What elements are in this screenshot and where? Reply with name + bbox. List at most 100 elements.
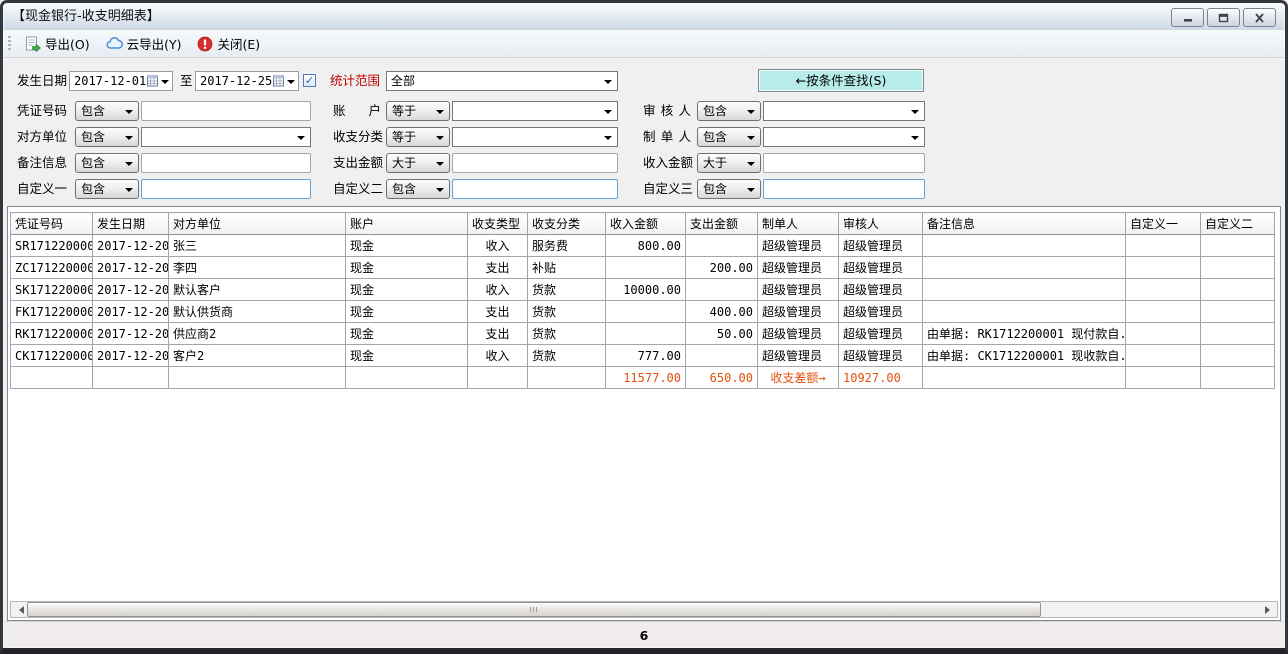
filter-account-operator-select[interactable]: 等于	[386, 101, 450, 121]
cell-maker[interactable]: 超级管理员	[758, 345, 839, 367]
cell-account[interactable]: 现金	[346, 345, 468, 367]
filter-category-operator-select[interactable]: 等于	[386, 127, 450, 147]
cell-type[interactable]: 支出	[468, 257, 528, 279]
filter-voucher-no-operator-select[interactable]: 包含	[75, 101, 139, 121]
filter-income-amount-input[interactable]	[763, 153, 925, 173]
cell-party[interactable]: 供应商2	[169, 323, 346, 345]
cell-income[interactable]: 777.00	[606, 345, 686, 367]
filter-income-amount-operator-select[interactable]: 大于	[697, 153, 761, 173]
minimize-button[interactable]	[1171, 8, 1204, 27]
filter-party-select[interactable]	[141, 127, 311, 147]
scope-select[interactable]: 全部	[386, 71, 618, 91]
filter-category-select[interactable]	[452, 127, 618, 147]
cell-maker[interactable]: 超级管理员	[758, 279, 839, 301]
cell-checker[interactable]: 超级管理员	[839, 257, 923, 279]
column-header-maker[interactable]: 制单人	[758, 213, 839, 235]
cell-expense[interactable]	[686, 279, 758, 301]
filter-custom3-operator-select[interactable]: 包含	[697, 179, 761, 199]
table-row[interactable]: CK17122000012017-12-20客户2现金收入货款777.00超级管…	[11, 345, 1275, 367]
cell-category[interactable]: 货款	[528, 301, 606, 323]
calendar-icon[interactable]	[147, 75, 158, 87]
cell-date[interactable]: 2017-12-20	[93, 279, 169, 301]
column-header-account[interactable]: 账户	[346, 213, 468, 235]
cell-type[interactable]: 支出	[468, 301, 528, 323]
cell-checker[interactable]: 超级管理员	[839, 301, 923, 323]
cell-category[interactable]: 补贴	[528, 257, 606, 279]
cell-maker[interactable]: 超级管理员	[758, 301, 839, 323]
cell-maker[interactable]: 超级管理员	[758, 257, 839, 279]
cell-party[interactable]: 客户2	[169, 345, 346, 367]
cell-income[interactable]: 800.00	[606, 235, 686, 257]
cell-memo[interactable]	[923, 257, 1126, 279]
column-header-custom2[interactable]: 自定义二	[1201, 213, 1275, 235]
filter-custom2-input[interactable]	[452, 179, 618, 199]
table-row[interactable]: ZC17122000012017-12-20李四现金支出补贴200.00超级管理…	[11, 257, 1275, 279]
cell-custom1[interactable]	[1126, 301, 1201, 323]
close-report-button[interactable]: 关闭(E)	[189, 32, 268, 55]
cell-checker[interactable]: 超级管理员	[839, 323, 923, 345]
cell-custom1[interactable]	[1126, 345, 1201, 367]
table-row[interactable]: SR17122000012017-12-20张三现金收入服务费800.00超级管…	[11, 235, 1275, 257]
cell-memo[interactable]	[923, 301, 1126, 323]
cell-maker[interactable]: 超级管理员	[758, 323, 839, 345]
cell-account[interactable]: 现金	[346, 323, 468, 345]
cell-custom2[interactable]	[1201, 235, 1275, 257]
cell-account[interactable]: 现金	[346, 235, 468, 257]
toolbar-grip-icon[interactable]	[8, 36, 11, 51]
scroll-right-button[interactable]	[1261, 602, 1277, 617]
cell-custom2[interactable]	[1201, 301, 1275, 323]
cell-category[interactable]: 货款	[528, 323, 606, 345]
cell-expense[interactable]	[686, 235, 758, 257]
cell-memo[interactable]	[923, 279, 1126, 301]
cell-income[interactable]	[606, 301, 686, 323]
cell-checker[interactable]: 超级管理员	[839, 235, 923, 257]
cell-custom2[interactable]	[1201, 279, 1275, 301]
cell-party[interactable]: 默认客户	[169, 279, 346, 301]
cell-date[interactable]: 2017-12-20	[93, 257, 169, 279]
cell-account[interactable]: 现金	[346, 279, 468, 301]
cell-date[interactable]: 2017-12-20	[93, 301, 169, 323]
cell-category[interactable]: 服务费	[528, 235, 606, 257]
cell-expense[interactable]: 200.00	[686, 257, 758, 279]
cell-account[interactable]: 现金	[346, 257, 468, 279]
cell-date[interactable]: 2017-12-20	[93, 323, 169, 345]
cell-party[interactable]: 默认供货商	[169, 301, 346, 323]
filter-checker-select[interactable]	[763, 101, 925, 121]
cell-voucher[interactable]: CK1712200001	[11, 345, 93, 367]
cell-voucher[interactable]: RK1712200001	[11, 323, 93, 345]
export-button[interactable]: 导出(O)	[17, 32, 98, 55]
cell-memo[interactable]	[923, 235, 1126, 257]
filter-account-select[interactable]	[452, 101, 618, 121]
cell-category[interactable]: 货款	[528, 345, 606, 367]
column-header-custom1[interactable]: 自定义一	[1126, 213, 1201, 235]
cell-memo[interactable]: 由单据: CK1712200001 现收款自...	[923, 345, 1126, 367]
cell-custom1[interactable]	[1126, 257, 1201, 279]
filter-maker-select[interactable]	[763, 127, 925, 147]
filter-custom2-operator-select[interactable]: 包含	[386, 179, 450, 199]
cell-custom2[interactable]	[1201, 323, 1275, 345]
cell-date[interactable]: 2017-12-20	[93, 235, 169, 257]
cell-party[interactable]: 张三	[169, 235, 346, 257]
filter-voucher-no-input[interactable]	[141, 101, 311, 121]
scroll-left-button[interactable]	[11, 602, 27, 617]
close-button[interactable]	[1243, 8, 1276, 27]
column-header-income[interactable]: 收入金额	[606, 213, 686, 235]
date-to-input[interactable]: 2017-12-25	[195, 71, 299, 91]
filter-custom1-operator-select[interactable]: 包含	[75, 179, 139, 199]
column-header-voucher[interactable]: 凭证号码	[11, 213, 93, 235]
column-header-memo[interactable]: 备注信息	[923, 213, 1126, 235]
column-header-checker[interactable]: 审核人	[839, 213, 923, 235]
cell-type[interactable]: 收入	[468, 345, 528, 367]
filter-maker-operator-select[interactable]: 包含	[697, 127, 761, 147]
filter-custom1-input[interactable]	[141, 179, 311, 199]
cell-voucher[interactable]: ZC1712200001	[11, 257, 93, 279]
cell-custom2[interactable]	[1201, 257, 1275, 279]
cell-checker[interactable]: 超级管理员	[839, 345, 923, 367]
cell-party[interactable]: 李四	[169, 257, 346, 279]
table-row[interactable]: FK17122000012017-12-20默认供货商现金支出货款400.00超…	[11, 301, 1275, 323]
column-header-type[interactable]: 收支类型	[468, 213, 528, 235]
cell-custom2[interactable]	[1201, 345, 1275, 367]
cell-expense[interactable]: 50.00	[686, 323, 758, 345]
cell-income[interactable]	[606, 323, 686, 345]
filter-custom3-input[interactable]	[763, 179, 925, 199]
